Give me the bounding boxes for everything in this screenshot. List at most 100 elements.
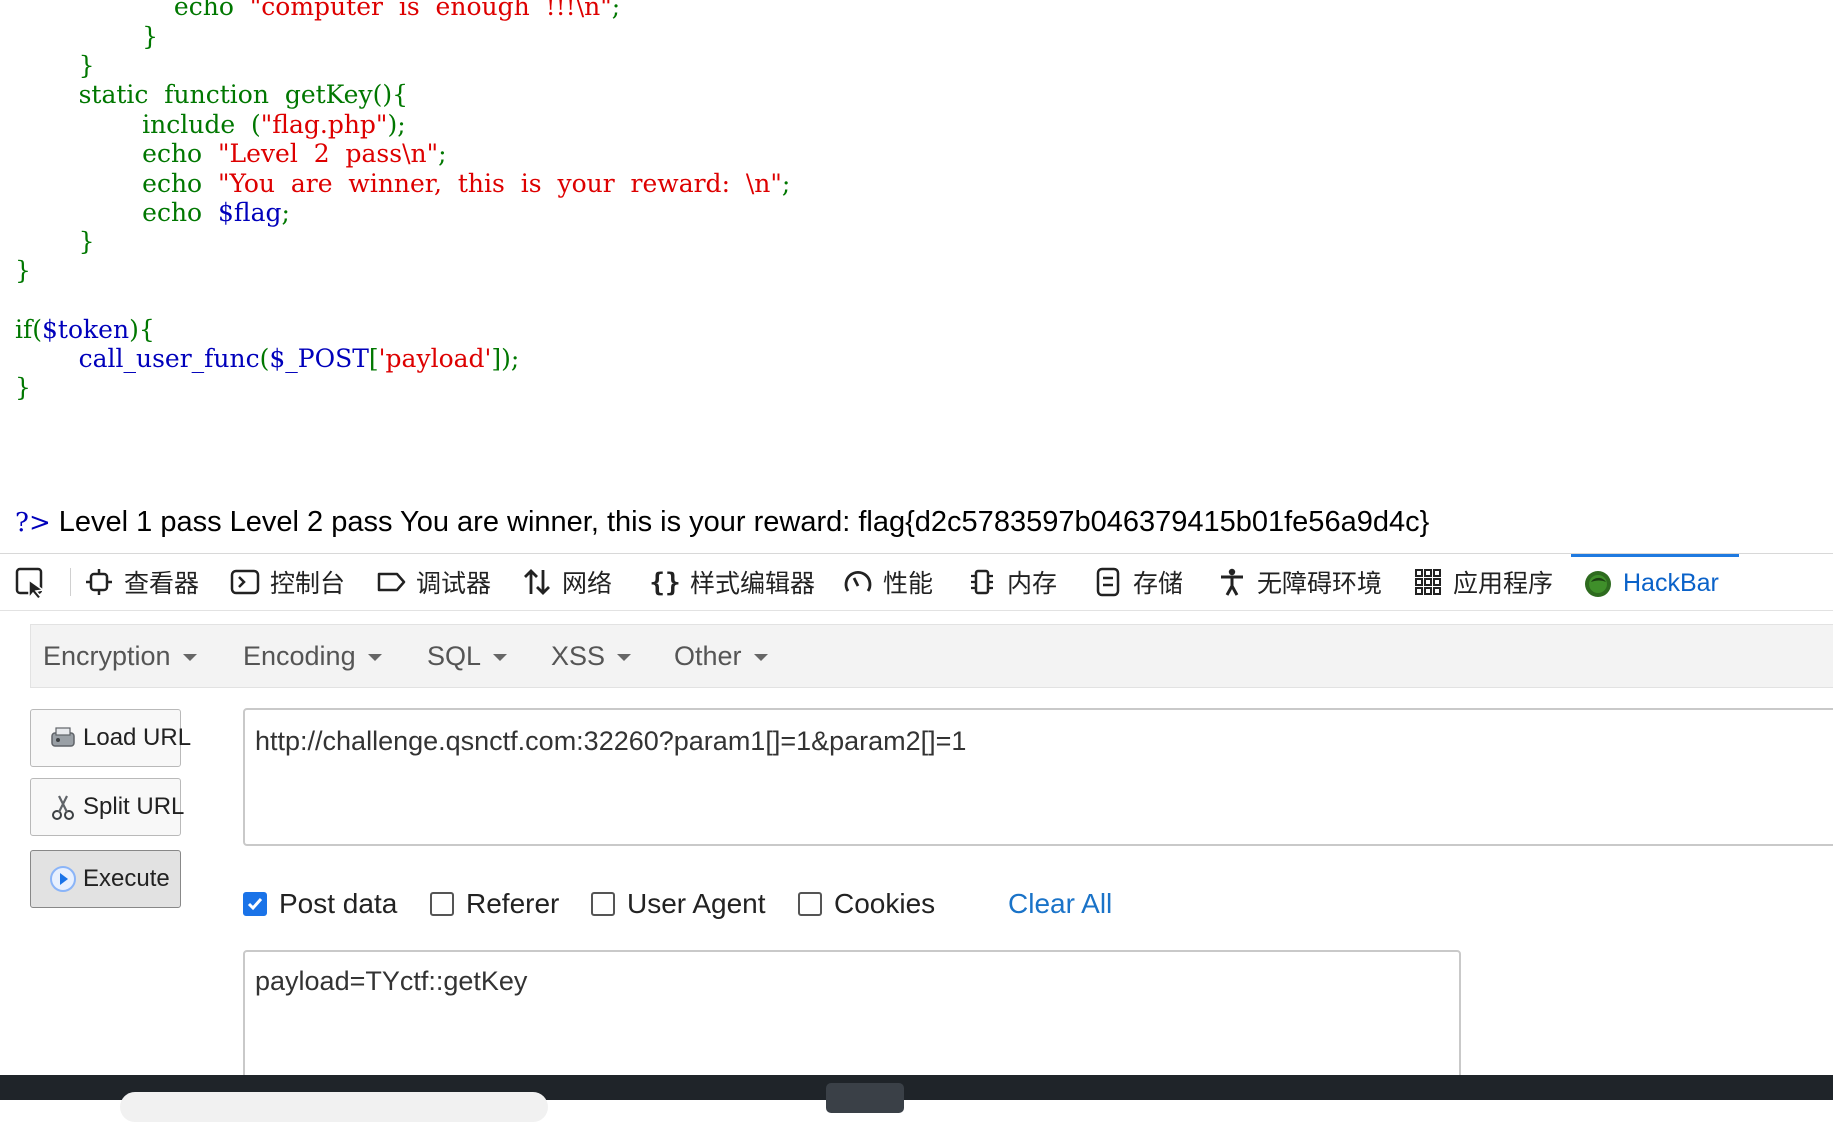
tab-style-editor-label: 样式编辑器: [690, 570, 816, 598]
inspector-icon: [86, 569, 112, 595]
hackbar-menu: Encryption Encoding SQL XSS Other: [30, 624, 1833, 688]
taskbar-search-box[interactable]: [120, 1092, 548, 1122]
code-line: }: [15, 254, 31, 288]
code-keyword: }: [15, 256, 31, 285]
tab-debugger[interactable]: 调试器: [376, 554, 491, 610]
menu-encoding[interactable]: Encoding: [243, 625, 382, 687]
check-icon: [247, 898, 263, 911]
page-output-line: ?> Level 1 pass Level 2 pass You are win…: [15, 500, 1429, 544]
os-taskbar: [0, 1075, 1833, 1122]
menu-other-label: Other: [674, 641, 742, 671]
menu-xss-label: XSS: [551, 641, 606, 671]
braces-icon: {}: [650, 568, 680, 597]
hackbar-logo-icon: [1585, 570, 1611, 597]
tab-inspector[interactable]: 查看器: [84, 554, 199, 610]
tab-memory-label: 内存: [1007, 570, 1058, 598]
menu-other[interactable]: Other: [674, 625, 768, 687]
menu-xss[interactable]: XSS: [551, 625, 632, 687]
gauge-icon: [844, 570, 872, 592]
tab-storage[interactable]: 存储: [1093, 554, 1183, 610]
checkbox-checked[interactable]: [243, 892, 267, 916]
svg-text:{}: {}: [650, 568, 680, 597]
code-keyword: ]);: [491, 344, 520, 373]
referer-label: Referer: [466, 888, 560, 919]
code-keyword: }: [15, 373, 31, 402]
php-source-view: echo "computer is enough !!!\n"; } } sta…: [0, 0, 1833, 520]
tab-hackbar[interactable]: HackBar: [1571, 554, 1739, 610]
split-url-label: Split URL: [83, 793, 185, 820]
scissors-icon: [52, 795, 74, 820]
code-keyword: }: [15, 22, 159, 51]
code-keyword: (: [259, 344, 270, 373]
network-icon: [524, 569, 550, 595]
tab-console[interactable]: 控制台: [230, 554, 345, 610]
code-keyword: echo: [15, 198, 218, 227]
element-picker-icon[interactable]: [14, 566, 48, 600]
chevron-down-icon: [182, 654, 197, 662]
referer-checkbox[interactable]: Referer: [430, 884, 559, 924]
code-line: echo "Level 2 pass\n";: [15, 137, 446, 171]
chevron-down-icon: [753, 654, 768, 662]
tab-console-label: 控制台: [270, 570, 346, 598]
code-keyword: ;: [281, 198, 290, 227]
load-url-button[interactable]: Load URL: [30, 709, 191, 767]
tab-accessibility[interactable]: 无障碍环境: [1217, 554, 1382, 610]
memory-chip-icon: [971, 569, 993, 595]
execute-label: Execute: [83, 865, 170, 892]
code-keyword: ){: [129, 315, 155, 344]
menu-sql[interactable]: SQL: [427, 625, 508, 687]
code-string: "flag.php": [260, 110, 388, 139]
load-url-icon: [51, 727, 75, 747]
tab-style-editor[interactable]: {} 样式编辑器: [650, 554, 815, 610]
code-string: 'payload': [378, 344, 492, 373]
code-keyword: [: [368, 344, 379, 373]
menu-encryption-label: Encryption: [43, 641, 171, 671]
tab-application[interactable]: 应用程序: [1413, 554, 1553, 610]
storage-icon: [1096, 567, 1120, 597]
accessibility-icon: [1221, 568, 1243, 596]
menu-sql-label: SQL: [427, 641, 482, 671]
post-data-input[interactable]: payload=TYctf::getKey: [243, 950, 1461, 1090]
code-line: static function getKey(){: [15, 78, 408, 112]
chevron-down-icon: [493, 654, 508, 662]
console-icon: [230, 569, 260, 595]
checkbox-unchecked[interactable]: [430, 892, 454, 916]
code-line: }: [15, 371, 31, 405]
php-close-tag: ?>: [15, 508, 51, 538]
code-variable: call_user_func: [78, 344, 260, 373]
cookies-checkbox[interactable]: Cookies: [798, 884, 935, 924]
user-agent-checkbox[interactable]: User Agent: [591, 884, 766, 924]
tab-memory[interactable]: 内存: [967, 554, 1057, 610]
tab-storage-label: 存储: [1133, 570, 1184, 598]
post-data-label: Post data: [279, 888, 398, 919]
tab-application-label: 应用程序: [1453, 570, 1554, 598]
devtools-panel: 查看器 控制台 调试器 网络 {} 样式编辑器 性能 内存 存储 无障碍环境 应…: [0, 553, 1833, 1101]
code-keyword: );: [387, 110, 406, 139]
clear-all-link[interactable]: Clear All: [1008, 884, 1112, 924]
code-string: "computer is enough !!!\n": [249, 0, 612, 21]
checkbox-unchecked[interactable]: [591, 892, 615, 916]
tab-performance[interactable]: 性能: [843, 554, 933, 610]
execute-button[interactable]: Execute: [30, 850, 181, 908]
menu-encryption[interactable]: Encryption: [43, 625, 197, 687]
menu-encoding-label: Encoding: [243, 641, 356, 671]
checkbox-unchecked[interactable]: [798, 892, 822, 916]
code-variable: $_POST: [269, 344, 369, 373]
code-keyword: }: [15, 227, 95, 256]
code-keyword: include (: [15, 110, 261, 139]
code-keyword: echo: [15, 169, 218, 198]
debugger-icon: [377, 572, 406, 592]
code-keyword: if(: [15, 315, 43, 344]
split-url-button[interactable]: Split URL: [30, 778, 185, 836]
grid-icon: [1415, 569, 1441, 595]
url-input[interactable]: http://challenge.qsnctf.com:32260?param1…: [243, 708, 1833, 846]
user-agent-label: User Agent: [627, 888, 766, 919]
chevron-down-icon: [617, 654, 632, 662]
post-data-checkbox[interactable]: Post data: [243, 884, 397, 924]
code-keyword: [15, 344, 79, 373]
taskbar-app-button[interactable]: [826, 1083, 904, 1113]
code-string: "You are winner, this is your reward: \n…: [218, 169, 782, 198]
tabbar-divider: [70, 568, 71, 596]
tab-network[interactable]: 网络: [522, 554, 612, 610]
tab-network-label: 网络: [562, 570, 613, 598]
